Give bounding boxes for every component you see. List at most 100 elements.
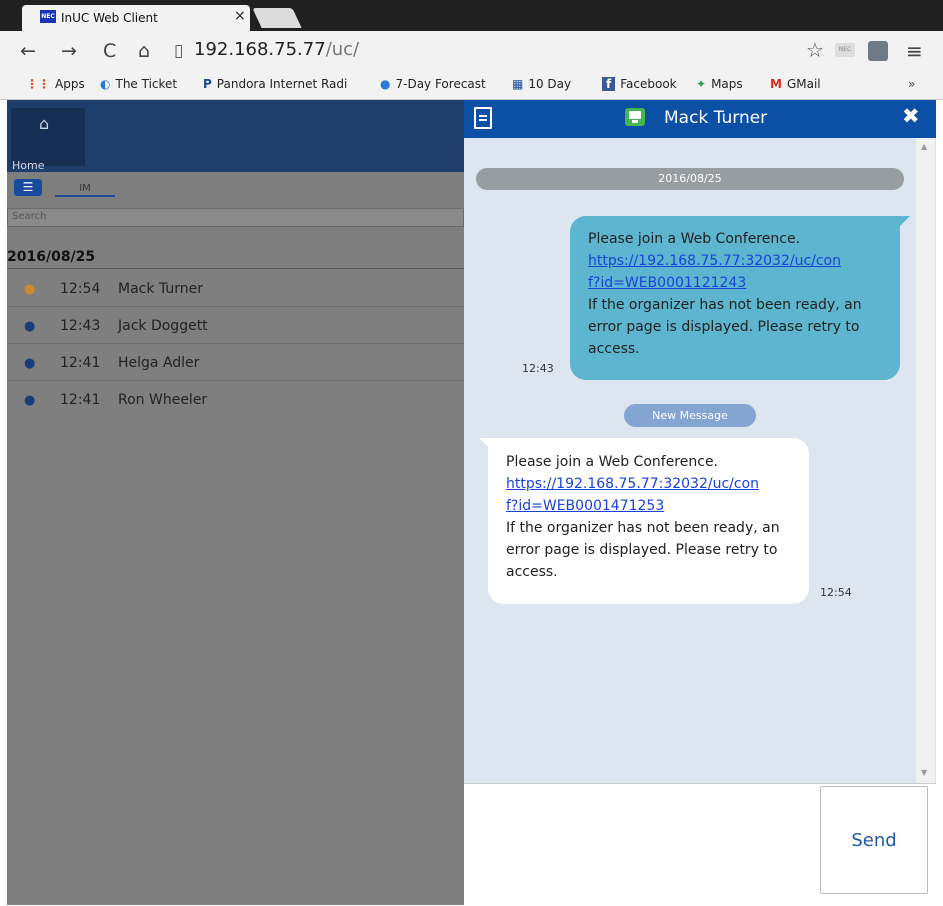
tab-im[interactable]: IM: [55, 183, 115, 197]
link-text: f?id=WEB0001121243: [588, 275, 747, 291]
bookmark-label: GMail: [786, 77, 821, 91]
conversation-name: Jack Doggett: [118, 318, 208, 334]
conversation-row[interactable]: ● 12:43 Jack Doggett: [7, 307, 464, 344]
scroll-down-icon[interactable]: ▼: [921, 768, 927, 777]
bookmark-label: 7-Day Forecast: [395, 77, 486, 91]
contact-icon: [625, 108, 645, 126]
date-header: 2016/08/25: [7, 244, 464, 269]
message-time: 12:54: [820, 586, 852, 599]
home-icon[interactable]: ⌂: [138, 40, 150, 62]
chat-bubble-icon: ●: [24, 393, 36, 408]
app-area: ⌂ Home ☰ IM Search 2016/08/25 ● 12:54 Ma…: [0, 100, 943, 906]
conversation-name: Ron Wheeler: [118, 392, 208, 408]
bookmark-label: The Ticket: [115, 77, 178, 91]
link-text: https://192.168.75.77:32032/uc/con: [588, 253, 841, 269]
chat-bubble-icon: ●: [24, 282, 36, 297]
bookmark-label: Maps: [711, 77, 743, 91]
bookmark-the-ticket[interactable]: ◐ The Ticket: [100, 77, 177, 91]
conversation-time: 12:41: [60, 392, 101, 408]
address-bar[interactable]: 192.168.75.77/uc/: [194, 39, 359, 60]
search-input[interactable]: Search: [7, 208, 464, 227]
pandora-icon: P: [203, 77, 212, 91]
gmail-icon: M: [770, 77, 782, 91]
close-icon[interactable]: ✖: [902, 104, 920, 128]
weather-icon: ●: [380, 77, 391, 91]
conversation-row[interactable]: ● 12:41 Helga Adler: [7, 344, 464, 381]
bookmark-star-icon[interactable]: ☆: [806, 38, 824, 62]
browser-tab[interactable]: NEC InUC Web Client ×: [22, 5, 250, 33]
date-divider: 2016/08/25: [476, 168, 904, 190]
chat-title: Mack Turner: [664, 108, 768, 128]
new-tab-button[interactable]: [252, 8, 302, 28]
bookmark-label: Apps: [55, 77, 85, 91]
link-text: https://192.168.75.77:32032/uc/con: [506, 476, 759, 492]
document-icon[interactable]: [474, 107, 492, 129]
tab-close-icon[interactable]: ×: [234, 8, 246, 24]
tab-title: InUC Web Client: [61, 11, 158, 25]
list-tabs: ☰ IM: [7, 172, 464, 206]
forward-arrow-icon[interactable]: →: [61, 40, 77, 62]
send-button[interactable]: Send: [820, 786, 928, 894]
page-icon: ▯: [174, 41, 184, 61]
apps-icon: ⋮⋮: [26, 77, 50, 91]
browser-tab-strip: NEC InUC Web Client ×: [0, 0, 943, 33]
menu-icon[interactable]: ≡: [906, 39, 923, 63]
message-text: Please join a Web Conference.: [506, 454, 719, 470]
message-time: 12:43: [522, 362, 554, 375]
conversation-list-pane: ⌂ Home ☰ IM Search 2016/08/25 ● 12:54 Ma…: [7, 100, 464, 905]
nec-extension-icon[interactable]: NEC: [835, 43, 855, 57]
conversation-time: 12:54: [60, 281, 101, 297]
chat-header: Mack Turner ✖: [464, 100, 936, 138]
bookmark-facebook[interactable]: f Facebook: [602, 77, 677, 91]
weather-channel-icon: ▦: [512, 77, 524, 91]
chat-bubble-icon: ●: [24, 319, 36, 334]
message-text: Please join a Web Conference.: [588, 231, 801, 247]
bookmark-gmail[interactable]: M GMail: [770, 77, 821, 91]
conversation-time: 12:41: [60, 355, 101, 371]
bookmark-apps[interactable]: ⋮⋮ Apps: [26, 77, 85, 91]
ticket-icon: ◐: [100, 77, 111, 91]
conference-link[interactable]: https://192.168.75.77:32032/uc/con f?id=W…: [588, 253, 841, 291]
conversation-name: Mack Turner: [118, 281, 203, 297]
maps-icon: ✦: [696, 77, 707, 91]
message-text: If the organizer has not been ready, an …: [506, 520, 780, 580]
message-text: If the organizer has not been ready, an …: [588, 297, 862, 357]
scroll-up-icon[interactable]: ▲: [921, 142, 927, 151]
home-button[interactable]: ⌂ Home: [11, 108, 85, 172]
bookmark-maps[interactable]: ✦ Maps: [696, 77, 743, 91]
extension-icon[interactable]: [868, 41, 888, 61]
new-message-divider: New Message: [624, 404, 756, 427]
list-view-icon[interactable]: ☰: [14, 179, 42, 196]
conversation-name: Helga Adler: [118, 355, 200, 371]
bookmark-10-day[interactable]: ▦ 10 Day: [512, 77, 571, 91]
bookmark-label: Facebook: [620, 77, 677, 91]
bookmark-label: Pandora Internet Radi: [216, 77, 348, 91]
nec-favicon-icon: NEC: [40, 10, 56, 23]
chat-bubble-icon: ●: [24, 356, 36, 371]
message-composer[interactable]: Send: [464, 783, 936, 906]
back-arrow-icon[interactable]: ←: [20, 40, 36, 62]
incoming-message: Please join a Web Conference. https://19…: [479, 438, 809, 604]
scrollbar[interactable]: ▲ ▼: [916, 138, 935, 783]
conversation-row[interactable]: ● 12:41 Ron Wheeler: [7, 381, 464, 418]
home-label: Home: [12, 159, 45, 172]
conversation-row[interactable]: ● 12:54 Mack Turner: [7, 270, 464, 307]
home-icon: ⌂: [39, 114, 50, 133]
url-path: /uc/: [325, 39, 360, 60]
bookmarks-overflow-icon[interactable]: »: [908, 77, 915, 91]
url-host: 192.168.75.77: [194, 39, 326, 60]
bookmark-pandora[interactable]: P Pandora Internet Radi: [203, 77, 347, 91]
bookmark-label: 10 Day: [528, 77, 572, 91]
facebook-icon: f: [602, 77, 616, 91]
reload-icon[interactable]: C: [103, 40, 116, 62]
bookmarks-bar: ⋮⋮ Apps ◐ The Ticket P Pandora Internet Rad…: [0, 71, 943, 100]
app-header: ⌂ Home: [7, 100, 464, 172]
bookmark-7-day-forecast[interactable]: ● 7-Day Forecast: [380, 77, 486, 91]
conversation-time: 12:43: [60, 318, 101, 334]
message-history[interactable]: 2016/08/25 Please join a Web Conference.…: [464, 138, 936, 783]
chat-panel: Mack Turner ✖ 2016/08/25 Please join a W…: [464, 100, 936, 906]
link-text: f?id=WEB0001471253: [506, 498, 665, 514]
outgoing-message: Please join a Web Conference. https://19…: [570, 216, 910, 380]
browser-toolbar: ← → C ⌂ ▯ 192.168.75.77/uc/ ☆ NEC ≡: [0, 31, 943, 71]
conference-link[interactable]: https://192.168.75.77:32032/uc/con f?id=W…: [506, 476, 759, 514]
